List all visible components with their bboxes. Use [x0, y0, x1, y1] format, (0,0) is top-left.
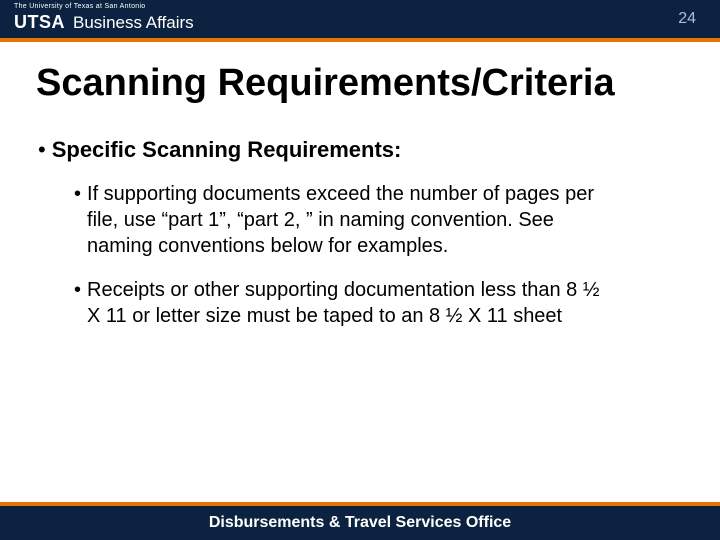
bullet-level2-item: • If supporting documents exceed the num…: [74, 181, 682, 259]
slide-title: Scanning Requirements/Criteria: [36, 62, 720, 105]
bullet-text: Specific Scanning Requirements:: [52, 137, 402, 163]
slide-body: • Specific Scanning Requirements: • If s…: [38, 137, 682, 329]
logo-business-affairs: Business Affairs: [73, 13, 194, 33]
bullet-dot: •: [74, 181, 81, 207]
footer-bar: Disbursements & Travel Services Office: [0, 506, 720, 540]
slide: The University of Texas at San Antonio U…: [0, 0, 720, 540]
page-number: 24: [678, 10, 696, 28]
logo-tagline: The University of Texas at San Antonio: [14, 3, 146, 10]
bullet-level1: • Specific Scanning Requirements:: [38, 137, 682, 163]
header-bar: The University of Texas at San Antonio U…: [0, 0, 720, 38]
bullet-level2-list: • If supporting documents exceed the num…: [74, 181, 682, 329]
bullet-text: Receipts or other supporting documentati…: [87, 277, 607, 329]
logo-utsa: UTSA: [14, 12, 65, 33]
header-divider: [0, 38, 720, 42]
footer-text: Disbursements & Travel Services Office: [209, 514, 511, 532]
bullet-dot: •: [38, 137, 46, 163]
bullet-level2-item: • Receipts or other supporting documenta…: [74, 277, 682, 329]
bullet-dot: •: [74, 277, 81, 303]
bullet-text: If supporting documents exceed the numbe…: [87, 181, 607, 259]
